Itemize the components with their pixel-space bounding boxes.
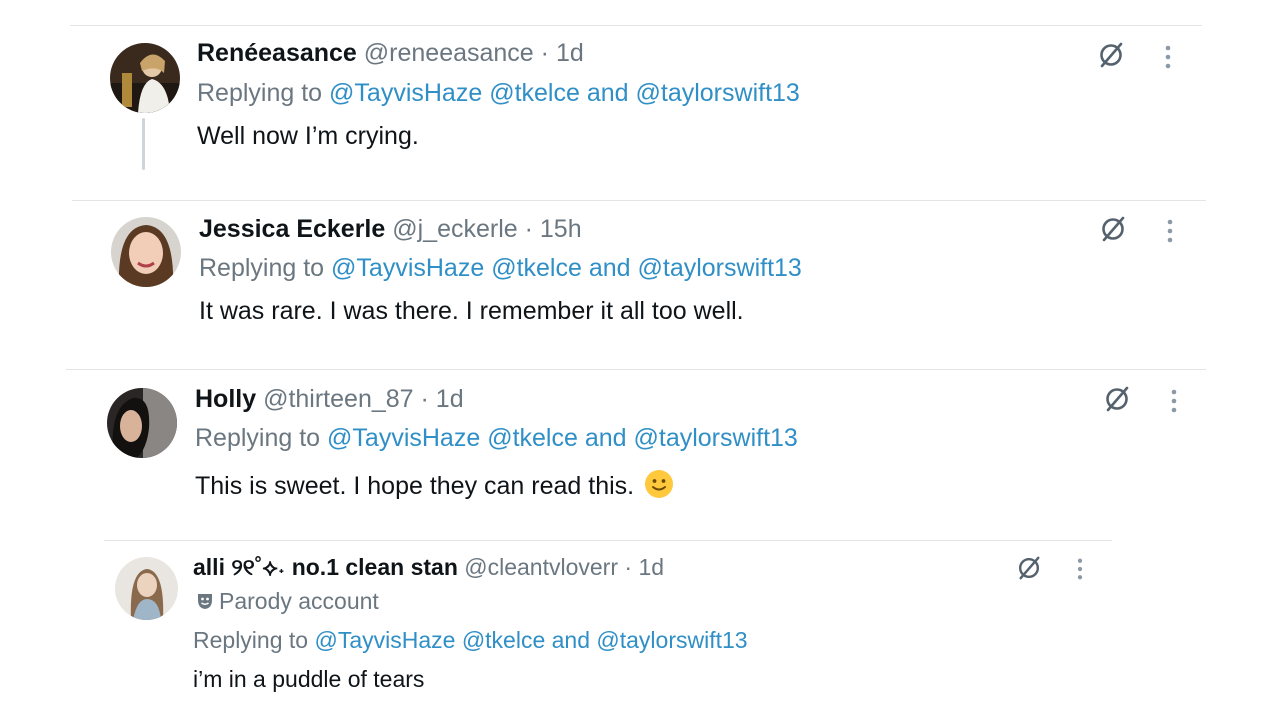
mention-link[interactable]: @taylorswift13 <box>634 424 798 452</box>
reply-text: Well now I’m crying. <box>197 122 419 150</box>
mention-link[interactable]: @tkelce <box>462 627 545 653</box>
mention-link[interactable]: @TayvisHaze <box>329 79 482 107</box>
mention-link[interactable]: @tkelce <box>487 424 578 452</box>
avatar[interactable] <box>111 217 181 287</box>
parody-mask-icon <box>195 591 215 615</box>
separator: · <box>624 554 633 580</box>
mention-link[interactable]: @TayvisHaze <box>331 254 484 282</box>
separator: · <box>524 215 533 243</box>
separator: · <box>540 39 549 67</box>
avatar[interactable] <box>115 557 178 620</box>
handle[interactable]: @thirteen_87 <box>263 385 413 413</box>
replying-to: Replying to @TayvisHaze @tkelce and @tay… <box>195 424 798 452</box>
reply-text-row: This is sweet. I hope they can read this… <box>195 469 674 504</box>
parody-label: Parody account <box>195 590 379 615</box>
grok-slash-icon[interactable] <box>1103 385 1131 418</box>
handle[interactable]: @j_eckerle <box>392 215 517 243</box>
display-name[interactable]: alli ୨୧˚⟡˖ no.1 clean stan <box>193 554 458 580</box>
grok-slash-icon[interactable] <box>1097 41 1125 74</box>
reply-text: This is sweet. I hope they can read this… <box>195 472 635 500</box>
avatar[interactable] <box>110 43 180 113</box>
replying-to: Replying to @TayvisHaze @tkelce and @tay… <box>197 79 800 107</box>
replying-to: Replying to @TayvisHaze @tkelce and @tay… <box>199 254 802 282</box>
replying-to: Replying to @TayvisHaze @tkelce and @tay… <box>193 627 748 653</box>
thread-line <box>142 118 145 170</box>
handle[interactable]: @reneeasance <box>364 39 534 67</box>
timestamp[interactable]: 1d <box>556 39 584 67</box>
mention-link[interactable]: @taylorswift13 <box>596 627 747 653</box>
handle[interactable]: @cleantvloverr <box>464 554 618 580</box>
reply-card[interactable]: alli ୨୧˚⟡˖ no.1 clean stan @cleantvlover… <box>0 541 1280 720</box>
reply-card[interactable]: Jessica Eckerle @j_eckerle · 15h Replyin… <box>0 201 1280 369</box>
mention-link[interactable]: @taylorswift13 <box>636 79 800 107</box>
more-icon[interactable] <box>1169 388 1179 419</box>
timestamp[interactable]: 1d <box>638 554 664 580</box>
reply-card[interactable]: Renéeasance @reneeasance · 1d Replying t… <box>0 0 1280 200</box>
mention-link[interactable]: @tkelce <box>491 254 582 282</box>
mention-link[interactable]: @tkelce <box>489 79 580 107</box>
timestamp[interactable]: 15h <box>540 215 582 243</box>
avatar[interactable] <box>107 388 177 458</box>
mention-link[interactable]: @TayvisHaze <box>314 627 455 653</box>
more-icon[interactable] <box>1163 44 1173 75</box>
display-name[interactable]: Jessica Eckerle <box>199 215 385 243</box>
display-name[interactable]: Renéeasance <box>197 39 357 67</box>
grok-slash-icon[interactable] <box>1016 555 1042 586</box>
reply-card[interactable]: Holly @thirteen_87 · 1d Replying to @Tay… <box>0 370 1280 540</box>
display-name[interactable]: Holly <box>195 385 256 413</box>
reply-text: i’m in a puddle of tears <box>193 666 425 692</box>
separator: · <box>420 385 429 413</box>
timestamp[interactable]: 1d <box>436 385 464 413</box>
more-icon[interactable] <box>1165 218 1175 249</box>
mention-link[interactable]: @TayvisHaze <box>327 424 480 452</box>
slightly-smiling-face-icon <box>644 469 674 504</box>
reply-text: It was rare. I was there. I remember it … <box>199 297 744 325</box>
grok-slash-icon[interactable] <box>1099 215 1127 248</box>
mention-link[interactable]: @taylorswift13 <box>638 254 802 282</box>
more-icon[interactable] <box>1075 557 1085 586</box>
